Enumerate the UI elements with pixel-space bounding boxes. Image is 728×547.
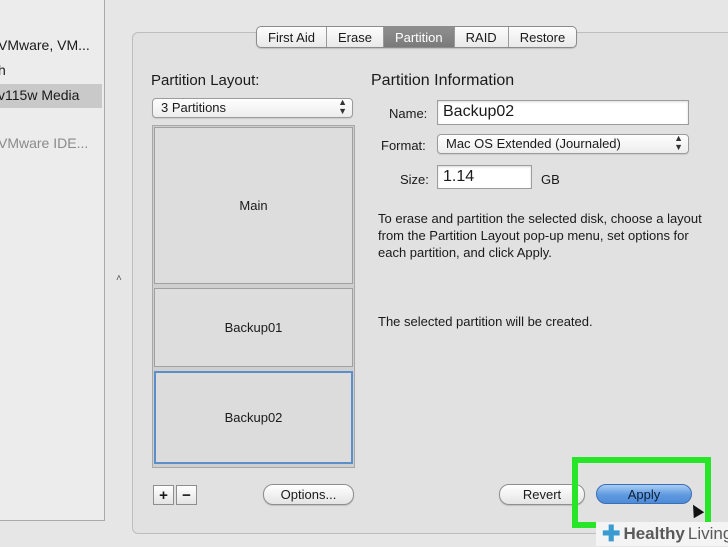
add-partition-button[interactable]: +	[153, 485, 174, 505]
partition-info-heading: Partition Information	[371, 72, 515, 89]
format-select[interactable]: Mac OS Extended (Journaled) ▲ ▼	[437, 134, 689, 154]
sidebar: VMware, VM... h v115w Media VMware IDE..…	[0, 0, 105, 521]
sidebar-item-label: VMware, VM...	[0, 37, 90, 53]
tab-bar: First Aid Erase Partition RAID Restore	[256, 26, 578, 48]
partition-label: Backup02	[224, 410, 283, 425]
size-value: 1.14	[443, 168, 475, 185]
partition-main[interactable]: Main	[154, 127, 353, 284]
partition-layout-select[interactable]: 3 Partitions ▲ ▼	[152, 98, 353, 118]
tab-restore[interactable]: Restore	[509, 27, 577, 47]
updown-arrows-icon: ▲ ▼	[674, 133, 683, 152]
size-field[interactable]: 1.14	[437, 165, 532, 189]
format-label: Format:	[381, 138, 426, 153]
sidebar-item-vmware-disk[interactable]: VMware, VM...	[0, 37, 90, 53]
tab-partition[interactable]: Partition	[383, 27, 455, 47]
watermark-text-2: Living	[687, 524, 728, 543]
name-field[interactable]: Backup02	[437, 100, 689, 125]
partition-status: The selected partition will be created.	[378, 314, 593, 329]
partition-label: Main	[239, 198, 268, 213]
watermark-logo: ✚ Healthy Living	[596, 521, 728, 546]
name-value: Backup02	[443, 103, 515, 120]
sidebar-item-label: v115w Media	[0, 87, 80, 103]
format-value: Mac OS Extended (Journaled)	[446, 136, 621, 151]
remove-partition-button[interactable]: −	[176, 485, 197, 505]
size-unit: GB	[541, 172, 560, 187]
partition-layout-heading: Partition Layout:	[151, 72, 260, 89]
sidebar-item-label: h	[0, 62, 6, 78]
options-button[interactable]: Options...	[263, 484, 354, 505]
sidebar-item-media[interactable]: v115w Media	[0, 84, 102, 108]
partition-map: Main Backup01 Backup02	[152, 125, 355, 468]
sidebar-item-vmware-ide[interactable]: VMware IDE...	[0, 135, 88, 151]
size-label: Size:	[400, 172, 429, 187]
apply-button[interactable]: Apply	[596, 484, 692, 504]
tab-first-aid[interactable]: First Aid	[257, 27, 327, 47]
tab-erase[interactable]: Erase	[327, 27, 384, 47]
sidebar-item-volume[interactable]: h	[0, 62, 6, 78]
partition-backup02[interactable]: Backup02	[154, 371, 353, 464]
watermark-text: Healthy	[623, 524, 685, 543]
cross-icon: ✚	[602, 521, 621, 546]
sidebar-item-label: VMware IDE...	[0, 135, 89, 151]
splitter-handle[interactable]: ˄	[116, 273, 122, 284]
partition-label: Backup01	[224, 320, 283, 335]
partition-description: To erase and partition the selected disk…	[378, 211, 702, 260]
name-label: Name:	[389, 106, 428, 121]
updown-arrows-icon: ▲ ▼	[338, 97, 347, 116]
tab-raid[interactable]: RAID	[455, 27, 509, 47]
partition-layout-value: 3 Partitions	[161, 100, 227, 115]
partition-backup01[interactable]: Backup01	[154, 288, 353, 367]
